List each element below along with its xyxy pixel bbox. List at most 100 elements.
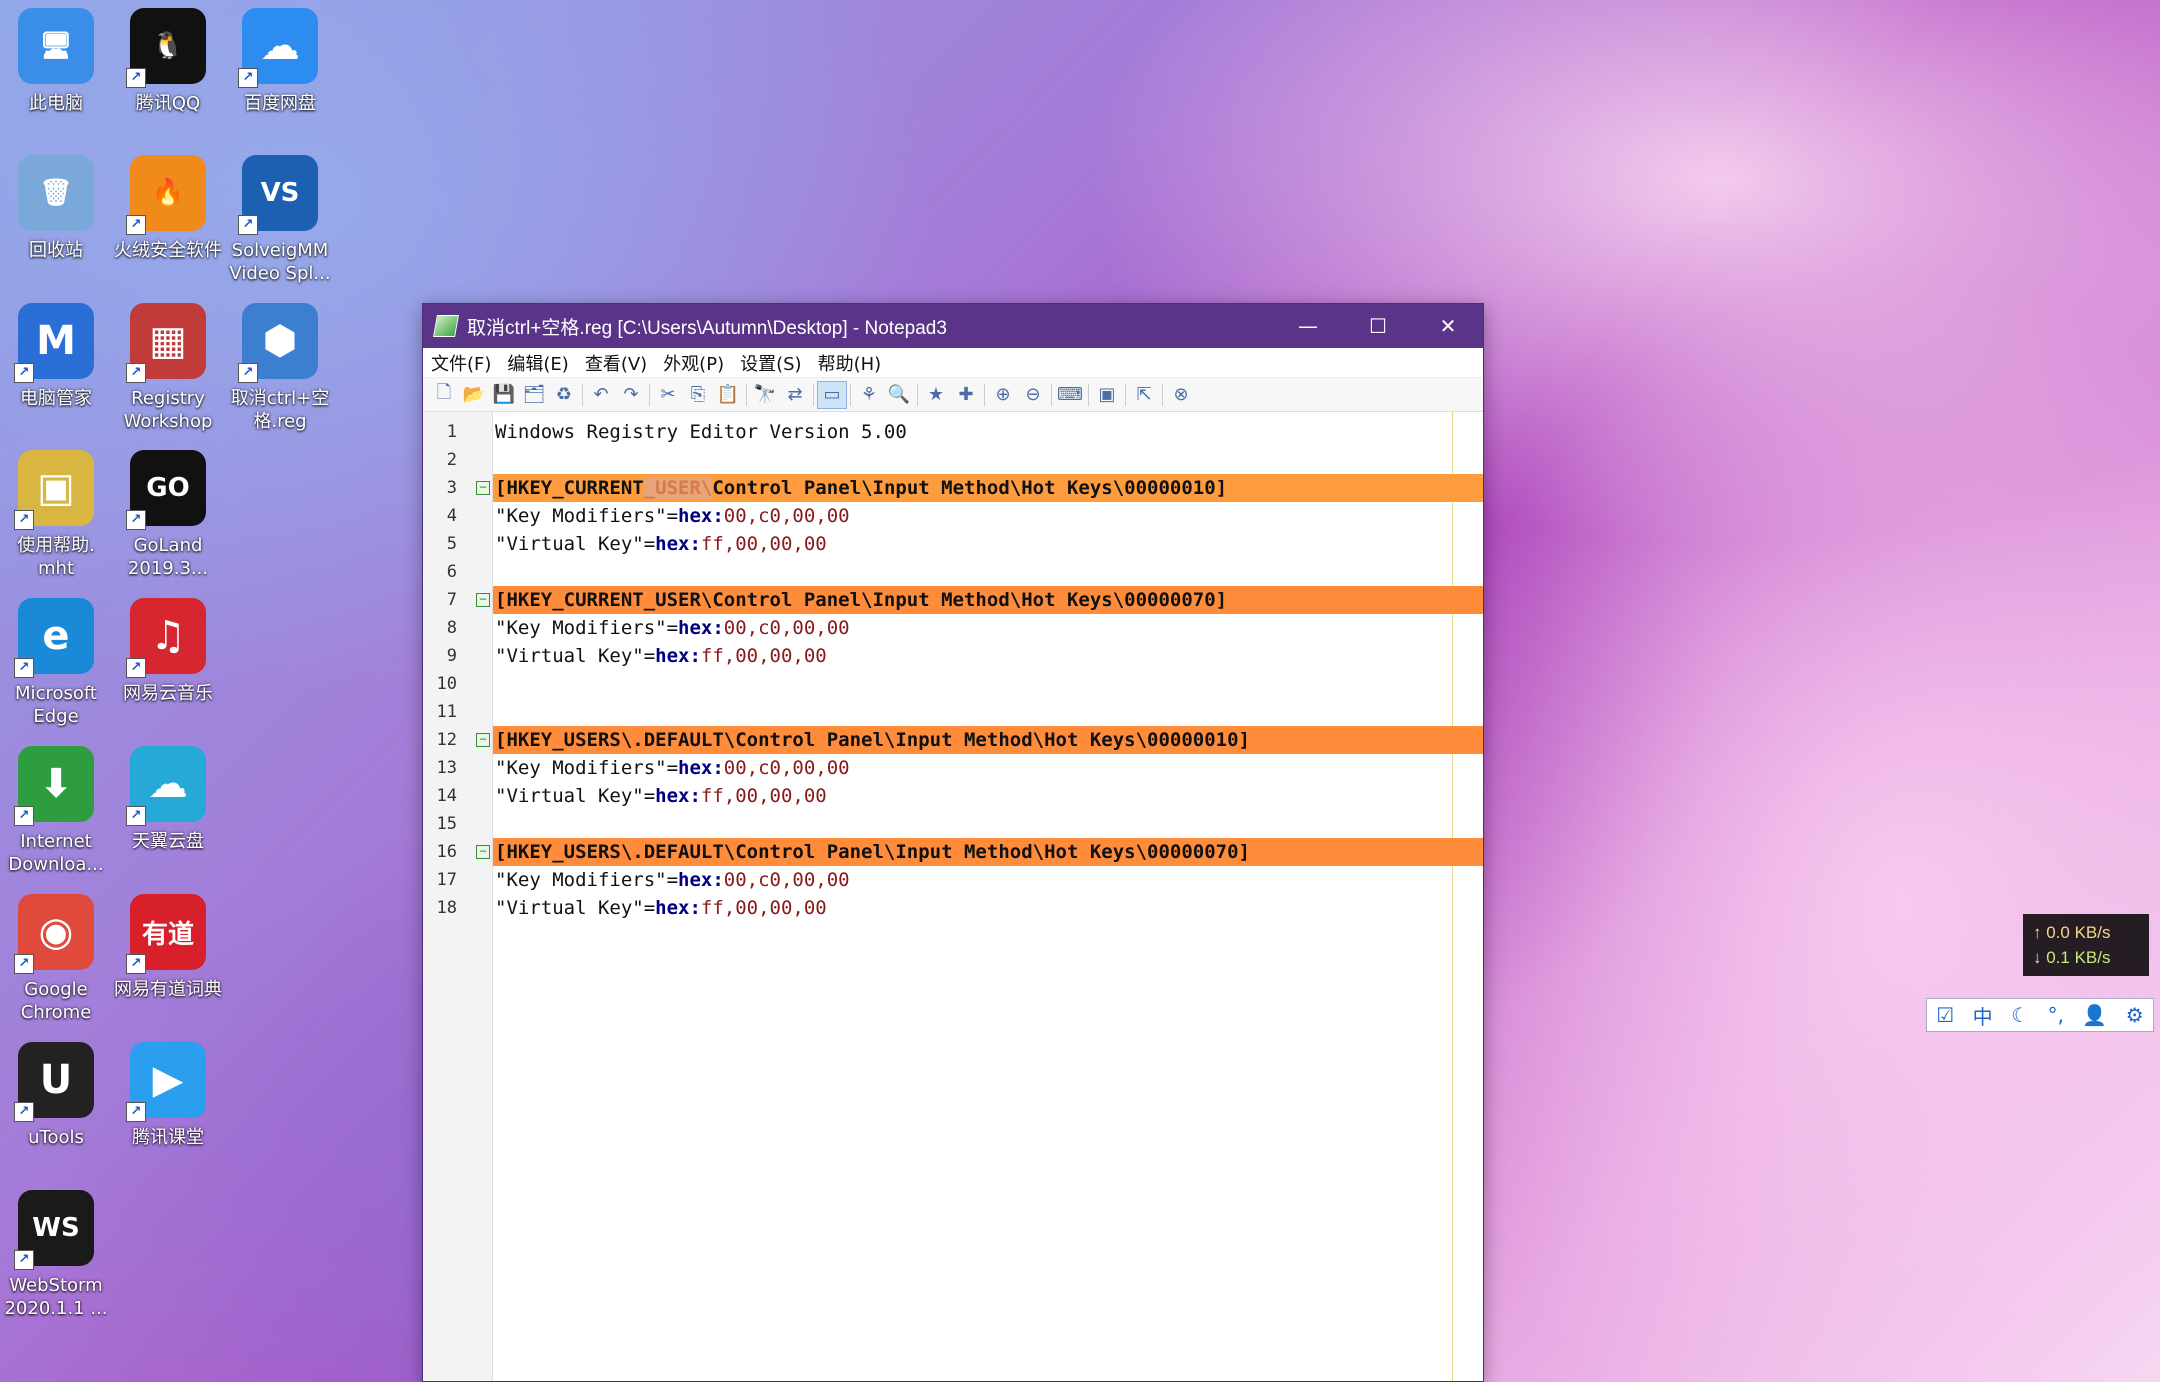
shortcut-arrow-icon: ↗ <box>126 510 146 530</box>
keyboard-icon[interactable]: ⌨ <box>1055 381 1085 409</box>
desktop-icon[interactable]: ▶ ↗ 腾讯课堂 <box>112 1042 224 1149</box>
replace-icon[interactable]: ⇄ <box>780 381 810 409</box>
desktop-icon[interactable]: ▣ ↗ 使用帮助. mht <box>0 450 112 580</box>
maximize-button[interactable]: ☐ <box>1343 304 1413 348</box>
minimize-button[interactable]: — <box>1273 304 1343 348</box>
line-content: "Virtual Key"=hex:ff,00,00,00 <box>493 642 1483 670</box>
find-icon[interactable]: 🔭 <box>750 381 780 409</box>
desktop-icon[interactable]: ☁ ↗ 天翼云盘 <box>112 746 224 853</box>
toolbar-separator <box>984 383 985 406</box>
editor-line[interactable]: 15 <box>423 810 1483 838</box>
save-icon[interactable]: 💾 <box>489 381 519 409</box>
desktop-icon[interactable]: ◉ ↗ Google Chrome <box>0 894 112 1024</box>
editor-line[interactable]: 3 − [HKEY_CURRENT_USER\Control Panel\Input… <box>423 474 1483 502</box>
editor-line[interactable]: 9 "Virtual Key"=hex:ff,00,00,00 <box>423 642 1483 670</box>
label-line-1: 网易云音乐 <box>123 683 213 704</box>
shortcut-arrow-icon: ↗ <box>14 1102 34 1122</box>
editor-line[interactable]: 11 <box>423 698 1483 726</box>
label-line-1: Internet <box>20 831 92 852</box>
value-type: hex: <box>678 505 724 527</box>
menu-item[interactable]: 设置(S) <box>740 350 801 376</box>
zoom-search-icon[interactable]: 🔍 <box>884 381 914 409</box>
fold-collapse-icon[interactable]: − <box>476 593 490 607</box>
editor-line[interactable]: 4 "Key Modifiers"=hex:00,c0,00,00 <box>423 502 1483 530</box>
reload-icon[interactable]: ♻ <box>549 381 579 409</box>
desktop-icon[interactable]: WS ↗ WebStorm 2020.1.1 ... <box>0 1190 112 1320</box>
undo-icon[interactable]: ↶ <box>586 381 616 409</box>
desktop-icon[interactable]: ♫ ↗ 网易云音乐 <box>112 598 224 705</box>
scheme-icon[interactable]: ⚘ <box>854 381 884 409</box>
desktop-icon[interactable]: ⬇ ↗ Internet Downloa... <box>0 746 112 876</box>
label-line-2: Downloa... <box>8 854 104 875</box>
zoom-out-icon[interactable]: ⊖ <box>1018 381 1048 409</box>
cut-icon[interactable]: ✂ <box>653 381 683 409</box>
menu-item[interactable]: 外观(P) <box>663 350 724 376</box>
desktop-icon[interactable]: 🖥 此电脑 <box>0 8 112 115</box>
editor-line[interactable]: 6 <box>423 558 1483 586</box>
line-number: 1 <box>446 422 457 442</box>
toolbar-separator <box>1162 383 1163 406</box>
desktop-icon[interactable]: VS ↗ SolveigMM Video Spl... <box>224 155 336 285</box>
fold-collapse-icon[interactable]: − <box>476 845 490 859</box>
fold-collapse-icon[interactable]: − <box>476 733 490 747</box>
desktop-icon[interactable]: U ↗ uTools <box>0 1042 112 1149</box>
line-content: "Key Modifiers"=hex:00,c0,00,00 <box>493 502 1483 530</box>
fold-collapse-icon[interactable]: − <box>476 481 490 495</box>
desktop-icon[interactable]: 🔥 ↗ 火绒安全软件 <box>112 155 224 262</box>
open-folder-icon[interactable]: 📂 <box>459 381 489 409</box>
ime-chinese-label[interactable]: 中 <box>1973 1001 1993 1030</box>
exit-icon[interactable]: ⊗ <box>1166 381 1196 409</box>
desktop-icon[interactable]: GO ↗ GoLand 2019.3... <box>112 450 224 580</box>
editor-line[interactable]: 16 − [HKEY_USERS\.DEFAULT\Control Panel\In… <box>423 838 1483 866</box>
ime-user-icon[interactable]: 👤 <box>2082 1003 2107 1027</box>
word-wrap-icon[interactable]: ▭ <box>817 380 847 409</box>
editor-line[interactable]: 18 "Virtual Key"=hex:ff,00,00,00 <box>423 894 1483 922</box>
desktop-icon[interactable]: 🗑 回收站 <box>0 155 112 262</box>
label-line-2: mht <box>38 558 74 579</box>
editor-line[interactable]: 17 "Key Modifiers"=hex:00,c0,00,00 <box>423 866 1483 894</box>
desktop-icon[interactable]: ⬢ ↗ 取消ctrl+空 格.reg <box>224 303 336 433</box>
export-icon[interactable]: ⇱ <box>1129 381 1159 409</box>
editor-line[interactable]: 14 "Virtual Key"=hex:ff,00,00,00 <box>423 782 1483 810</box>
ime-halfwidth-icon[interactable]: ☾ <box>2011 1003 2029 1027</box>
add-favorite-icon[interactable]: ✚ <box>951 381 981 409</box>
redo-icon[interactable]: ↷ <box>616 381 646 409</box>
copy-icon[interactable]: ⎘ <box>683 381 713 409</box>
toolbar-separator <box>582 383 583 406</box>
title-bar[interactable]: 取消ctrl+空格.reg [C:\Users\Autumn\Desktop] … <box>423 304 1483 348</box>
favorite-icon[interactable]: ★ <box>921 381 951 409</box>
editor-line[interactable]: 7 − [HKEY_CURRENT_USER\Control Panel\Input… <box>423 586 1483 614</box>
desktop-icon[interactable]: 🐧 ↗ 腾讯QQ <box>112 8 224 115</box>
ime-settings-icon[interactable]: ⚙ <box>2126 1003 2144 1027</box>
menu-item[interactable]: 编辑(E) <box>507 350 568 376</box>
editor-line[interactable]: 10 <box>423 670 1483 698</box>
menu-item[interactable]: 文件(F) <box>431 350 491 376</box>
editor-line[interactable]: 13 "Key Modifiers"=hex:00,c0,00,00 <box>423 754 1483 782</box>
app-glyph: 🗑 <box>39 178 73 208</box>
desktop-icon[interactable]: ▦ ↗ Registry Workshop <box>112 303 224 433</box>
zoom-in-icon[interactable]: ⊕ <box>988 381 1018 409</box>
screen-icon[interactable]: ▣ <box>1092 381 1122 409</box>
desktop-icon[interactable]: e ↗ Microsoft Edge <box>0 598 112 728</box>
shortcut-arrow-icon: ↗ <box>126 363 146 383</box>
editor-area[interactable]: 1 Windows Registry Editor Version 5.00 2 3 −… <box>423 412 1483 1381</box>
close-button[interactable]: ✕ <box>1413 304 1483 348</box>
desktop-icon[interactable]: M ↗ 电脑管家 <box>0 303 112 410</box>
label-line-1: 网易有道词典 <box>114 979 222 1000</box>
editor-line[interactable]: 8 "Key Modifiers"=hex:00,c0,00,00 <box>423 614 1483 642</box>
new-file-icon[interactable]: 🗋 <box>429 381 459 409</box>
ime-punctuation-icon[interactable]: °, <box>2048 1003 2064 1027</box>
editor-line[interactable]: 12 − [HKEY_USERS\.DEFAULT\Control Panel\In… <box>423 726 1483 754</box>
notepad3-window[interactable]: 取消ctrl+空格.reg [C:\Users\Autumn\Desktop] … <box>422 303 1484 1382</box>
editor-line[interactable]: 2 <box>423 446 1483 474</box>
desktop-icon[interactable]: ☁ ↗ 百度网盘 <box>224 8 336 115</box>
desktop-icon[interactable]: 有道 ↗ 网易有道词典 <box>112 894 224 1001</box>
desktop-icon-label: Internet Downloa... <box>0 830 112 876</box>
editor-line[interactable]: 5 "Virtual Key"=hex:ff,00,00,00 <box>423 530 1483 558</box>
save-as-icon[interactable]: 🗂 <box>519 381 549 409</box>
editor-line[interactable]: 1 Windows Registry Editor Version 5.00 <box>423 418 1483 446</box>
paste-icon[interactable]: 📋 <box>713 381 743 409</box>
menu-item[interactable]: 帮助(H) <box>818 350 882 376</box>
menu-item[interactable]: 查看(V) <box>585 350 647 376</box>
ime-mode-icon[interactable]: ☑ <box>1936 1003 1954 1027</box>
